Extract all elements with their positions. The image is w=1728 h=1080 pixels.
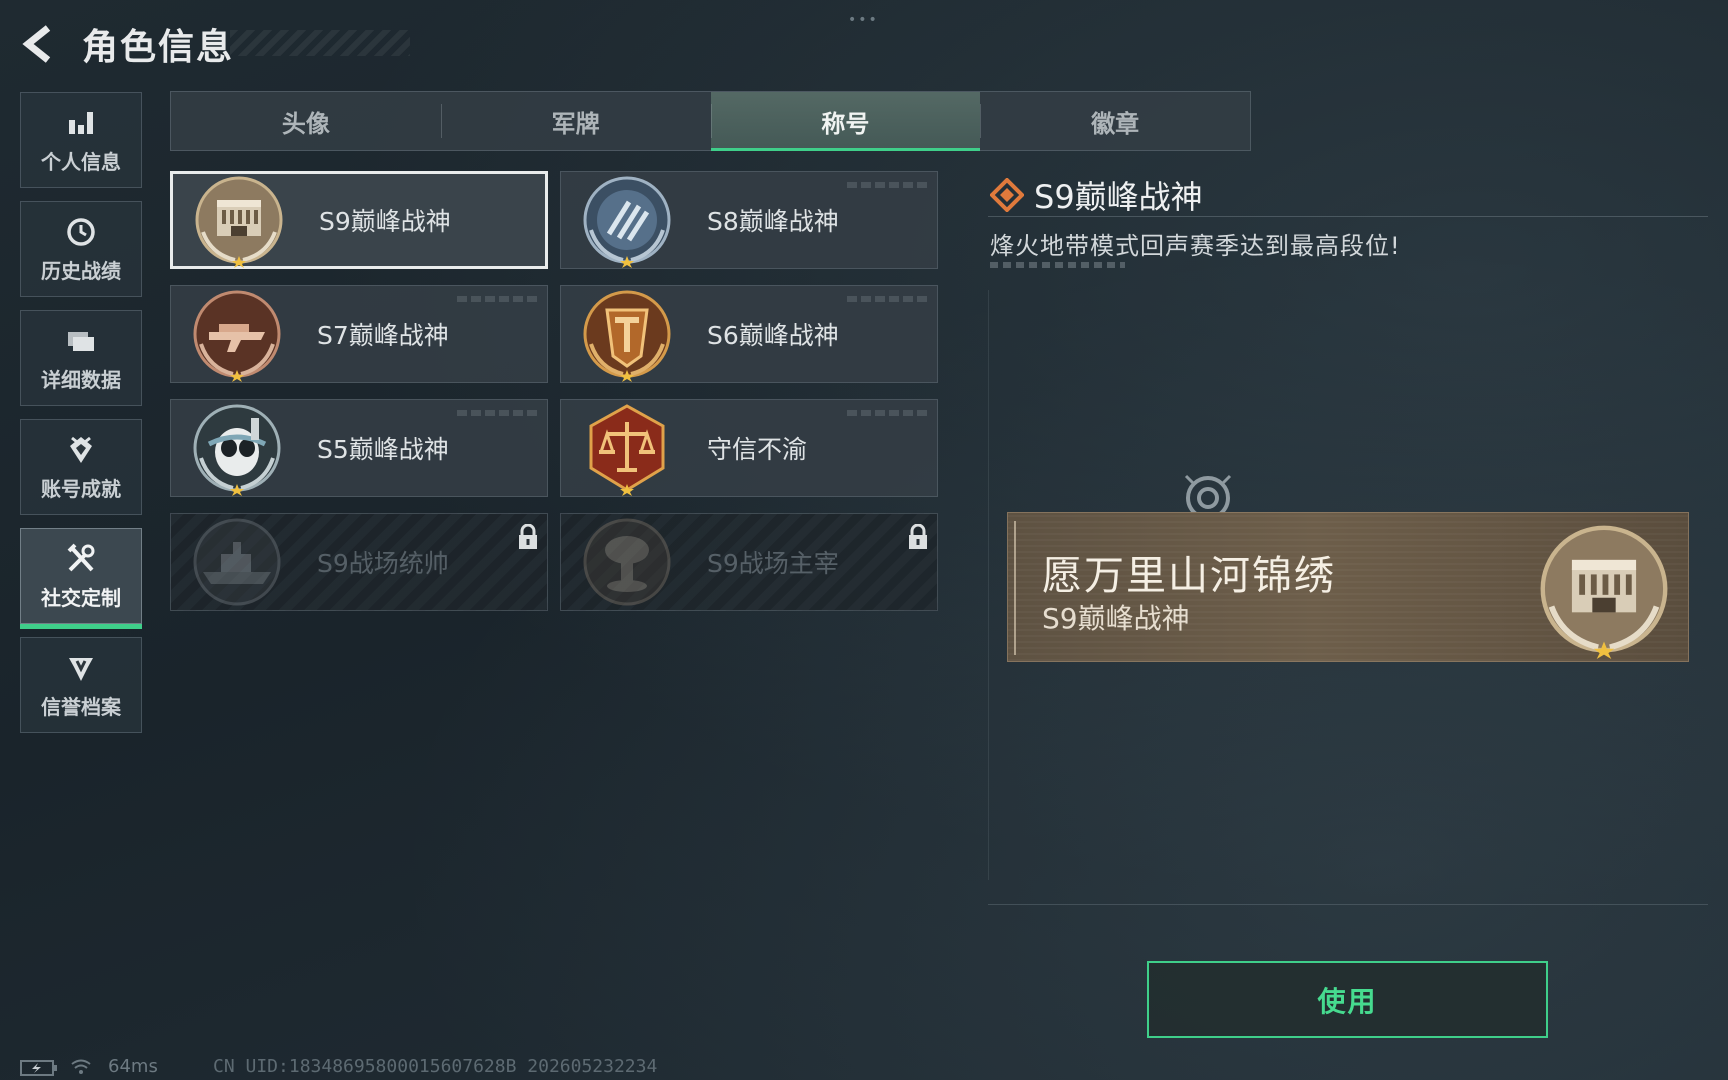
title-card-label: S9战场统帅 — [317, 549, 449, 578]
top-dots: ••• — [848, 12, 879, 28]
divider — [988, 216, 1708, 217]
sidebar-item-label: 详细数据 — [41, 367, 121, 392]
frame-line — [988, 904, 1708, 905]
tab-avatar[interactable]: 头像 — [171, 92, 441, 150]
title-preview-banner: 愿万里山河锦绣 S9巅峰战神 — [1007, 512, 1689, 662]
title-card[interactable]: S5巅峰战神 — [170, 399, 548, 497]
tab-dogtag[interactable]: 军牌 — [440, 92, 711, 150]
sidebar-item-history[interactable]: 历史战绩 — [20, 201, 142, 297]
battery-icon — [20, 1060, 57, 1076]
title-card[interactable]: S8巅峰战神 — [560, 171, 938, 269]
s9-medal-icon — [195, 176, 283, 268]
card-decoration — [847, 410, 927, 416]
back-arrow-icon — [22, 25, 51, 63]
card-decoration — [847, 182, 927, 188]
sidebar-item-personal-info[interactable]: 个人信息 — [20, 92, 142, 188]
sidebar-nav: 个人信息 历史战绩 详细数据 账号成就 社交定制 信誉档案 — [20, 92, 144, 746]
detail-title: S9巅峰战神 — [1034, 178, 1203, 216]
preview-player-name: 愿万里山河锦绣 — [1042, 553, 1336, 599]
bar-chart-icon — [69, 111, 93, 134]
folders-icon — [68, 331, 94, 351]
scales-medal-icon — [589, 404, 665, 496]
title-card-label: S9巅峰战神 — [319, 207, 451, 236]
s5-medal-icon — [193, 404, 281, 496]
use-button-label: 使用 — [1317, 984, 1378, 1018]
title-card[interactable]: S9巅峰战神 — [170, 171, 548, 269]
title-card-label: 守信不渝 — [707, 435, 808, 464]
tab-title[interactable]: 称号 — [710, 92, 981, 151]
ping-text: 64ms — [108, 1056, 158, 1077]
title-card[interactable]: S6巅峰战神 — [560, 285, 938, 383]
card-decoration — [457, 296, 537, 302]
reputation-icon — [69, 657, 93, 681]
category-tabs: 头像 军牌 称号 徽章 — [170, 91, 1251, 151]
tools-icon — [67, 543, 95, 571]
sidebar-item-label: 个人信息 — [41, 149, 121, 174]
uid-text: CN UID:18348695800015607628B 20260523223… — [213, 1056, 658, 1077]
detail-description: 烽火地带模式回声赛季达到最高段位! — [990, 232, 1401, 260]
title-card[interactable]: S9战场主宰 — [560, 513, 938, 611]
title-decoration — [230, 30, 410, 56]
title-card-label: S6巅峰战神 — [707, 321, 839, 350]
diamond-icon — [990, 178, 1024, 212]
title-card-label: S9战场主宰 — [707, 549, 839, 578]
wifi-icon — [71, 1059, 91, 1074]
title-card-label: S8巅峰战神 — [707, 207, 839, 236]
sidebar-item-label: 社交定制 — [41, 585, 121, 610]
detail-header: S9巅峰战神 — [990, 172, 1203, 218]
title-card[interactable]: S7巅峰战神 — [170, 285, 548, 383]
page-title: 角色信息 — [82, 27, 235, 68]
back-button[interactable] — [18, 22, 62, 66]
s7-medal-icon — [193, 290, 281, 382]
sidebar-item-label: 信誉档案 — [41, 694, 121, 719]
title-card-label: S5巅峰战神 — [317, 435, 449, 464]
title-card-label: S7巅峰战神 — [317, 321, 449, 350]
warship-medal-icon — [193, 518, 281, 606]
use-button[interactable]: 使用 — [1147, 961, 1548, 1038]
sidebar-item-achievements[interactable]: 账号成就 — [20, 419, 142, 515]
sidebar-item-label: 账号成就 — [41, 476, 121, 501]
s8-medal-icon — [583, 176, 671, 268]
title-card[interactable]: S9战场统帅 — [170, 513, 548, 611]
banner-corner — [1014, 521, 1024, 655]
lock-icon — [519, 524, 537, 549]
lock-icon — [909, 524, 927, 549]
s9-medal-icon — [1540, 525, 1668, 659]
s6-medal-icon — [583, 290, 671, 382]
achievement-icon — [70, 436, 92, 463]
card-decoration — [457, 410, 537, 416]
tab-badge[interactable]: 徽章 — [980, 92, 1250, 150]
sidebar-item-label: 历史战绩 — [41, 258, 121, 283]
sidebar-item-reputation[interactable]: 信誉档案 — [20, 637, 142, 733]
frame-line — [988, 290, 989, 880]
history-icon — [67, 217, 95, 246]
sidebar-item-social-custom[interactable]: 社交定制 — [20, 528, 142, 629]
preview-title: S9巅峰战神 — [1042, 602, 1190, 635]
sidebar-item-detail-data[interactable]: 详细数据 — [20, 310, 142, 406]
detail-decoration — [990, 262, 1125, 268]
card-decoration — [847, 296, 927, 302]
mushroom-cloud-medal-icon — [583, 518, 671, 606]
title-card[interactable]: 守信不渝 — [560, 399, 938, 497]
